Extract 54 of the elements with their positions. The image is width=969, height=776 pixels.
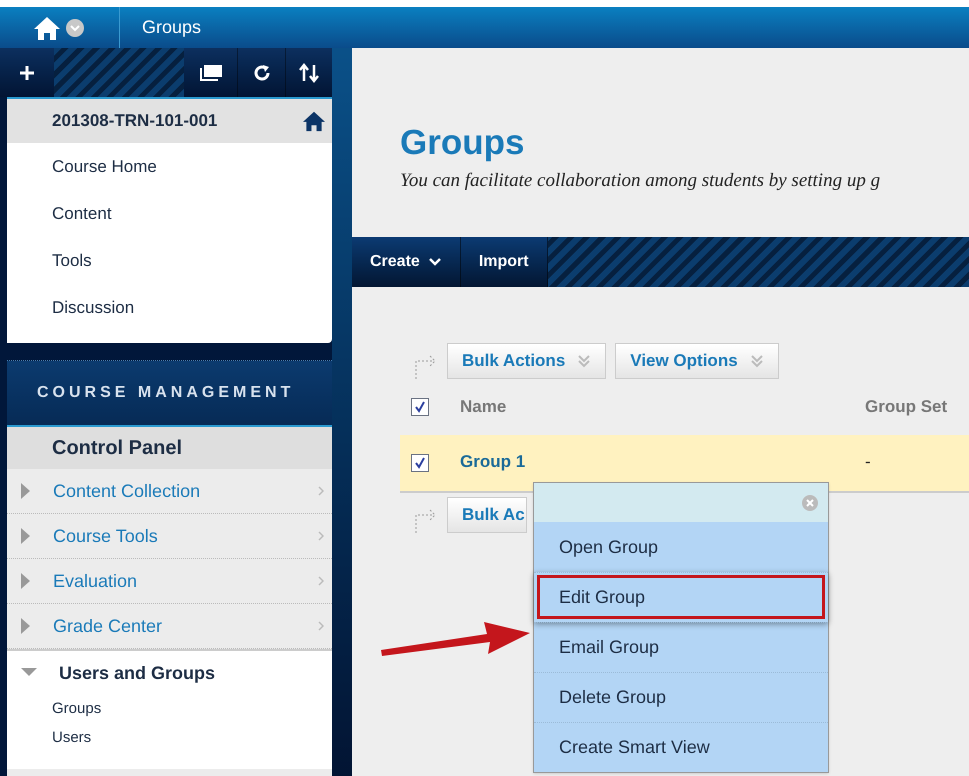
submenu-link[interactable]: Groups (52, 698, 102, 721)
windows-icon[interactable] (198, 64, 222, 82)
chevron-down-icon (428, 257, 442, 267)
chevron-circle-icon[interactable] (65, 18, 85, 38)
menu-item[interactable]: Delete Group (534, 672, 828, 722)
table-row[interactable]: Group 1 - (400, 435, 969, 493)
caret-right-icon (21, 573, 31, 589)
chevron-right-icon (318, 621, 324, 631)
top-bar-title: Groups (141, 16, 202, 39)
panel-item[interactable]: Evaluation (7, 559, 332, 603)
panel-item[interactable]: Course Tools (7, 514, 332, 558)
toolbar-button[interactable]: Bulk Actions (447, 343, 606, 379)
chevron-right-icon (318, 576, 324, 586)
course-menu-link[interactable]: Tools (52, 248, 92, 274)
toolbar-button[interactable]: View Options (615, 343, 779, 379)
page-description: You can facilitate collaboration among students by setting up g (400, 169, 882, 193)
column-header[interactable]: Group Set (865, 394, 948, 420)
refresh-icon[interactable] (252, 64, 270, 82)
chevron-right-icon (318, 531, 324, 541)
section-heading: COURSE MANAGEMENT (37, 383, 294, 403)
double-chevron-icon (577, 354, 592, 368)
toolbar-button[interactable]: Bulk Ac (447, 497, 527, 533)
caret-right-icon (21, 483, 31, 499)
menu-item[interactable]: Email Group (534, 622, 828, 672)
caret-right-icon (21, 528, 31, 544)
chevron-right-icon (318, 486, 324, 496)
action-bar-button[interactable]: Import (460, 237, 548, 287)
action-bar-button[interactable]: Create (352, 237, 461, 287)
table-cell-text: - (865, 451, 871, 473)
home-icon[interactable] (302, 110, 326, 132)
page-title: Groups (400, 123, 526, 163)
select-all-checkbox[interactable] (411, 398, 429, 416)
course-menu-link[interactable]: Discussion (52, 294, 134, 320)
submenu-link[interactable]: Users (52, 727, 92, 750)
home-icon[interactable] (33, 14, 61, 40)
group-name-link[interactable]: Group 1 (460, 435, 865, 474)
plus-icon[interactable] (19, 64, 35, 80)
sort-arrows-icon[interactable] (298, 62, 320, 82)
check-icon (414, 457, 426, 469)
panel-item[interactable]: Users and Groups (7, 651, 332, 695)
panel-item[interactable]: Content Collection (7, 469, 332, 513)
row-checkbox[interactable] (411, 454, 429, 472)
caret-down-icon (21, 668, 37, 678)
caret-right-icon (21, 618, 31, 634)
panel-item[interactable]: Grade Center (7, 604, 332, 648)
course-menu-link[interactable]: Content (52, 200, 112, 226)
panel-title: Control Panel (52, 436, 182, 461)
course-menu-link[interactable]: Course Home (52, 154, 157, 180)
column-header[interactable]: Name (460, 394, 865, 420)
check-icon (414, 401, 426, 413)
double-chevron-icon (750, 354, 764, 368)
menu-item[interactable]: Open Group (534, 522, 828, 572)
menu-item[interactable]: Edit Group (534, 572, 828, 622)
menu-item[interactable]: Create Smart View (534, 722, 828, 772)
